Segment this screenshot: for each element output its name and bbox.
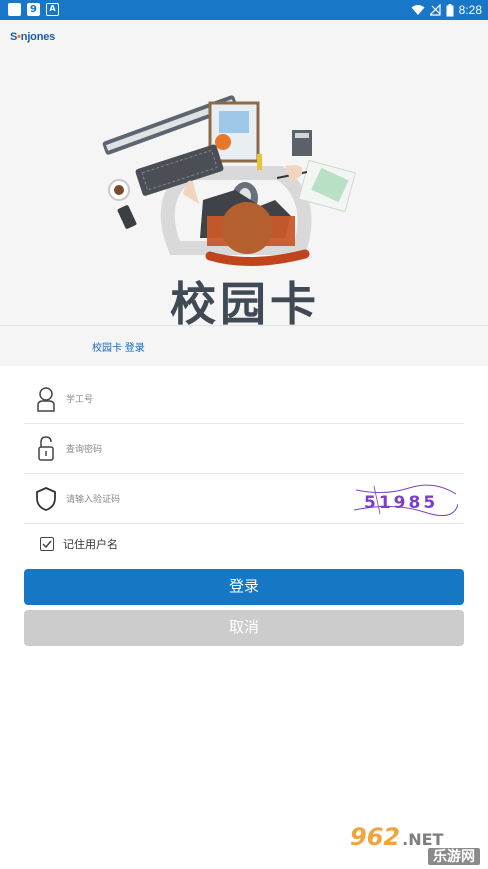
remember-checkbox[interactable] [40,537,54,551]
wifi-icon [411,5,425,15]
user-icon [32,385,60,413]
status-left-icons: 9 A [8,3,59,16]
status-time: 8:28 [458,3,482,17]
hero-banner: S•njones 校园卡 校园卡 登录 [0,20,488,366]
login-form: 学工号 查询密码 请输入验证码 51985 [24,374,464,524]
checkmark-icon [42,540,52,548]
username-placeholder: 学工号 [66,394,94,404]
watermark-number: 962 [350,823,401,851]
password-placeholder: 查询密码 [66,444,103,454]
cancel-button[interactable]: 取消 [24,610,464,646]
username-field[interactable]: 学工号 [24,374,464,424]
watermark-logo: 962 .NET 乐游网 [350,823,482,865]
battery-icon [446,3,454,16]
remember-label: 记住用户名 [63,539,118,551]
brand-logo: S•njones [10,31,55,43]
captcha-placeholder: 请输入验证码 [66,494,121,504]
status-right-icons: 8:28 [411,2,482,18]
app-a-icon: A [46,3,59,16]
login-section-title: 校园卡 登录 [92,343,145,354]
app-9-icon: 9 [27,3,40,16]
lock-icon [32,435,60,463]
login-button[interactable]: 登录 [24,569,464,605]
watermark-suffix: .NET [402,830,444,849]
password-field[interactable]: 查询密码 [24,424,464,474]
app-square-icon [8,3,21,16]
remember-username[interactable]: 记住用户名 [40,536,118,552]
status-bar: 9 A 8:28 [0,0,488,20]
captcha-image[interactable]: 51985 [354,484,458,516]
watermark-site-name: 乐游网 [428,848,480,865]
signal-off-icon [429,4,441,16]
captcha-field[interactable]: 请输入验证码 51985 [24,474,464,524]
brand-rest: njones [20,31,56,43]
hero-divider [0,325,488,326]
shield-icon [32,485,60,513]
captcha-text: 51985 [364,493,438,513]
